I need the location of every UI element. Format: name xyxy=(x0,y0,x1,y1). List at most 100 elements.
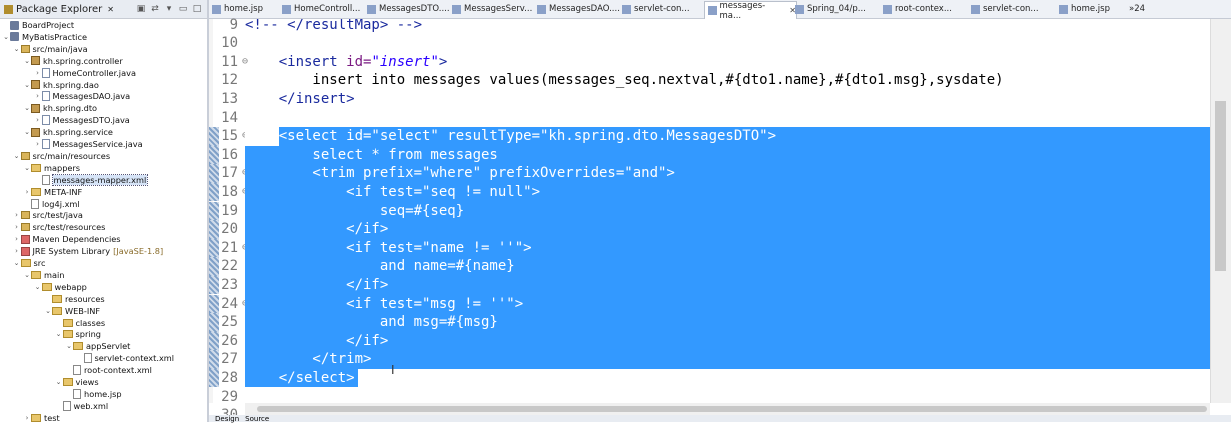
tree-item[interactable]: ⌄ webapp xyxy=(0,281,87,293)
tree-item[interactable]: › src/test/java xyxy=(0,209,83,221)
tree-item[interactable]: log4j.xml xyxy=(0,198,80,210)
tree-item[interactable]: ⌄ src xyxy=(0,257,46,269)
expanded-arrow-icon[interactable]: ⌄ xyxy=(2,33,10,41)
editor-tab[interactable]: home.jsp xyxy=(1056,1,1129,17)
view-menu-icon[interactable]: ▾ xyxy=(163,3,175,15)
minimize-icon[interactable]: ▭ xyxy=(177,3,189,15)
tree-item[interactable]: resources xyxy=(0,293,105,305)
tree-item-label: Maven Dependencies xyxy=(32,234,121,245)
collapsed-arrow-icon[interactable]: › xyxy=(13,223,21,231)
editor-tab[interactable]: servlet-con... xyxy=(619,1,707,17)
tree-item[interactable]: ⌄ MyBatisPractice xyxy=(0,31,87,43)
tree-item[interactable]: ⌄ src/main/resources xyxy=(0,150,111,162)
editor-tab-label: home.jsp xyxy=(1071,4,1110,14)
editor-tab[interactable]: servlet-con... xyxy=(968,1,1059,17)
tree-item[interactable]: servlet-context.xml xyxy=(0,352,174,364)
folder-icon xyxy=(31,413,41,422)
collapse-all-icon[interactable]: ▣ xyxy=(135,3,147,15)
tree-item[interactable]: › Maven Dependencies xyxy=(0,233,121,245)
editor-tab[interactable]: HomeControll... xyxy=(279,1,367,17)
collapsed-arrow-icon[interactable]: › xyxy=(23,188,31,196)
tree-item[interactable]: home.jsp xyxy=(0,388,122,400)
tree-item[interactable]: ⌄ src/main/java xyxy=(0,43,88,55)
tree-item[interactable]: web.xml xyxy=(0,400,108,412)
editor-tab-label: Spring_04/p... xyxy=(807,4,866,14)
expanded-arrow-icon[interactable]: ⌄ xyxy=(34,283,42,291)
tree-item[interactable]: BoardProject xyxy=(0,19,74,31)
code-token: <select id="select" resultType="kh.sprin… xyxy=(245,128,777,145)
collapsed-arrow-icon[interactable]: › xyxy=(34,116,42,124)
maximize-icon[interactable]: □ xyxy=(191,3,203,15)
tree-item[interactable]: › test xyxy=(0,412,60,422)
collapsed-arrow-icon[interactable]: › xyxy=(13,235,21,243)
expanded-arrow-icon[interactable]: ⌄ xyxy=(65,342,73,350)
collapsed-arrow-icon[interactable]: › xyxy=(13,247,21,255)
expanded-arrow-icon[interactable]: ⌄ xyxy=(23,57,31,65)
expanded-arrow-icon[interactable]: ⌄ xyxy=(23,271,31,279)
editor-tab[interactable]: messages-ma... ✕ xyxy=(704,1,797,21)
expanded-arrow-icon[interactable]: ⌄ xyxy=(23,81,31,89)
expanded-arrow-icon[interactable]: ⌄ xyxy=(23,128,31,136)
expanded-arrow-icon[interactable]: ⌄ xyxy=(13,259,21,267)
collapsed-arrow-icon[interactable]: › xyxy=(34,140,42,148)
expanded-arrow-icon[interactable]: ⌄ xyxy=(13,45,21,53)
expanded-arrow-icon[interactable]: ⌄ xyxy=(13,152,21,160)
tree-item[interactable]: ⌄ WEB-INF xyxy=(0,305,100,317)
tree-item[interactable]: ⌄ kh.spring.dao xyxy=(0,79,99,91)
tree-item[interactable]: ⌄ kh.spring.dto xyxy=(0,102,97,114)
tree-item[interactable]: messages-mapper.xml xyxy=(0,173,149,186)
collapsed-arrow-icon[interactable]: › xyxy=(13,211,21,219)
vertical-scroll-thumb[interactable] xyxy=(1215,101,1226,271)
tree-item[interactable]: ⌄ kh.spring.controller xyxy=(0,55,123,67)
tree-item[interactable]: › MessagesDTO.java xyxy=(0,114,130,126)
tree-item[interactable]: › META-INF xyxy=(0,186,83,198)
tree-item[interactable]: › HomeController.java xyxy=(0,67,136,79)
tree-item[interactable]: ⌄ mappers xyxy=(0,162,80,174)
code-token: <if test="seq != null"> xyxy=(245,183,541,200)
editor-tab[interactable]: MessagesServ... xyxy=(449,1,537,17)
file-icon xyxy=(41,174,50,185)
file-icon xyxy=(622,4,631,14)
code-line: seq=#{seq} xyxy=(245,202,464,221)
source-folder-icon xyxy=(20,223,30,232)
tree-item[interactable]: › JRE System Library [JavaSE-1.8] xyxy=(0,245,163,257)
code-token: "insert" xyxy=(371,53,439,70)
tree-item-label: src/main/resources xyxy=(32,150,111,161)
tree-item[interactable]: ⌄ kh.spring.service xyxy=(0,126,113,138)
change-marker xyxy=(209,368,219,388)
editor-tab[interactable]: MessagesDAO.... xyxy=(534,1,622,17)
code-editor[interactable]: <!-- </resultMap> --> <insert id="insert… xyxy=(245,19,1210,403)
close-icon[interactable]: ✕ xyxy=(107,5,114,14)
horizontal-scroll-thumb[interactable] xyxy=(257,406,1207,412)
tree-item[interactable]: › src/test/resources xyxy=(0,221,105,233)
editor-tab[interactable]: root-contex... xyxy=(880,1,971,17)
expanded-arrow-icon[interactable]: ⌄ xyxy=(44,307,52,315)
link-editor-icon[interactable]: ⇄ xyxy=(149,3,161,15)
collapsed-arrow-icon[interactable]: › xyxy=(34,92,42,100)
horizontal-scrollbar[interactable] xyxy=(245,403,1210,415)
expanded-arrow-icon[interactable]: ⌄ xyxy=(23,164,31,172)
tree-item-label: BoardProject xyxy=(22,20,75,30)
tree-item-label: kh.spring.dto xyxy=(43,103,98,114)
tree-item-label: messages-mapper.xml xyxy=(51,173,149,186)
change-marker xyxy=(209,350,219,369)
editor-tab[interactable]: MessagesDTO.... xyxy=(364,1,452,17)
expanded-arrow-icon[interactable]: ⌄ xyxy=(23,104,31,112)
vertical-scrollbar[interactable] xyxy=(1210,19,1231,403)
tree-item[interactable]: ⌄ spring xyxy=(0,328,101,340)
expanded-arrow-icon[interactable]: ⌄ xyxy=(55,378,63,386)
package-explorer: Package Explorer ✕ ▣ ⇄ ▾ ▭ □ BoardProject… xyxy=(0,0,207,422)
collapsed-arrow-icon[interactable]: › xyxy=(23,414,31,422)
tree-item[interactable]: root-context.xml xyxy=(0,364,152,376)
tree-item[interactable]: ⌄ main xyxy=(0,269,64,281)
tree-item[interactable]: › MessagesDAO.java xyxy=(0,90,130,102)
tree-item[interactable]: ⌄ appServlet xyxy=(0,340,130,352)
tree-item[interactable]: classes xyxy=(0,317,105,329)
editor-tab[interactable]: Spring_04/p... xyxy=(792,1,883,17)
expanded-arrow-icon[interactable]: ⌄ xyxy=(55,330,63,338)
tree-item[interactable]: › MessagesService.java xyxy=(0,138,143,150)
tree-item[interactable]: ⌄ views xyxy=(0,376,99,388)
editor-tab[interactable]: »24 xyxy=(1126,1,1159,17)
collapsed-arrow-icon[interactable]: › xyxy=(34,69,42,77)
